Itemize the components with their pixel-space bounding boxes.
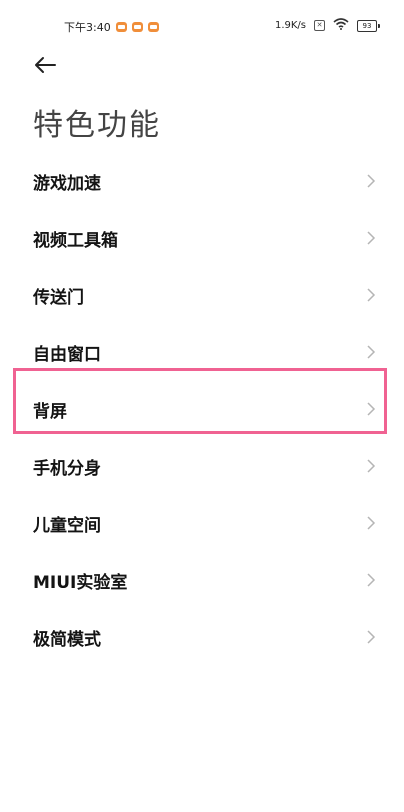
menu-item-label: 手机分身 (33, 459, 101, 479)
chevron-right-icon (367, 402, 376, 416)
chevron-right-icon (367, 459, 376, 473)
menu-item-label: 自由窗口 (33, 345, 101, 365)
chevron-right-icon (367, 516, 376, 530)
menu-item-miui-lab[interactable]: MIUI实验室 (0, 551, 404, 608)
status-time: 下午3:40 (64, 21, 111, 34)
notification-icon (131, 22, 143, 32)
page-title: 特色功能 (33, 108, 161, 143)
menu-item-label: 视频工具箱 (33, 231, 118, 251)
status-right: 1.9K/s ✕ 93 (274, 18, 380, 33)
notification-icon (147, 22, 159, 32)
menu-item-label: 极简模式 (33, 630, 101, 650)
menu-item-portal[interactable]: 传送门 (0, 266, 404, 323)
notification-icon (115, 22, 127, 32)
menu-item-minimal-mode[interactable]: 极简模式 (0, 608, 404, 665)
menu-item-label: 儿童空间 (33, 516, 101, 536)
menu-item-kids-space[interactable]: 儿童空间 (0, 494, 404, 551)
sim-card-icon: ✕ (314, 20, 325, 31)
chevron-right-icon (367, 288, 376, 302)
chevron-right-icon (367, 231, 376, 245)
menu-item-back-screen[interactable]: 背屏 (0, 380, 404, 437)
chevron-right-icon (367, 630, 376, 644)
battery-icon: 93 (357, 19, 380, 32)
chevron-right-icon (367, 345, 376, 359)
menu-item-free-window[interactable]: 自由窗口 (0, 323, 404, 380)
network-speed: 1.9K/s (274, 20, 306, 31)
wifi-icon (333, 18, 349, 33)
back-button[interactable] (33, 55, 61, 79)
back-arrow-icon (35, 57, 56, 73)
menu-item-video-toolbox[interactable]: 视频工具箱 (0, 209, 404, 266)
chevron-right-icon (367, 573, 376, 587)
status-left: 下午3:40 (64, 19, 159, 35)
status-bar: 下午3:40 1.9K/s ✕ 93 (0, 0, 404, 40)
menu-item-label: 游戏加速 (33, 174, 101, 194)
menu-item-label: 背屏 (33, 402, 67, 422)
menu-item-label: 传送门 (33, 288, 84, 308)
menu-item-second-space[interactable]: 手机分身 (0, 437, 404, 494)
menu-item-game-boost[interactable]: 游戏加速 (0, 152, 404, 209)
chevron-right-icon (367, 174, 376, 188)
feature-list: 游戏加速 视频工具箱 传送门 自由窗口 背屏 手机分身 儿童空间 MIUI实验室… (0, 152, 404, 665)
menu-item-label: MIUI实验室 (33, 573, 128, 593)
